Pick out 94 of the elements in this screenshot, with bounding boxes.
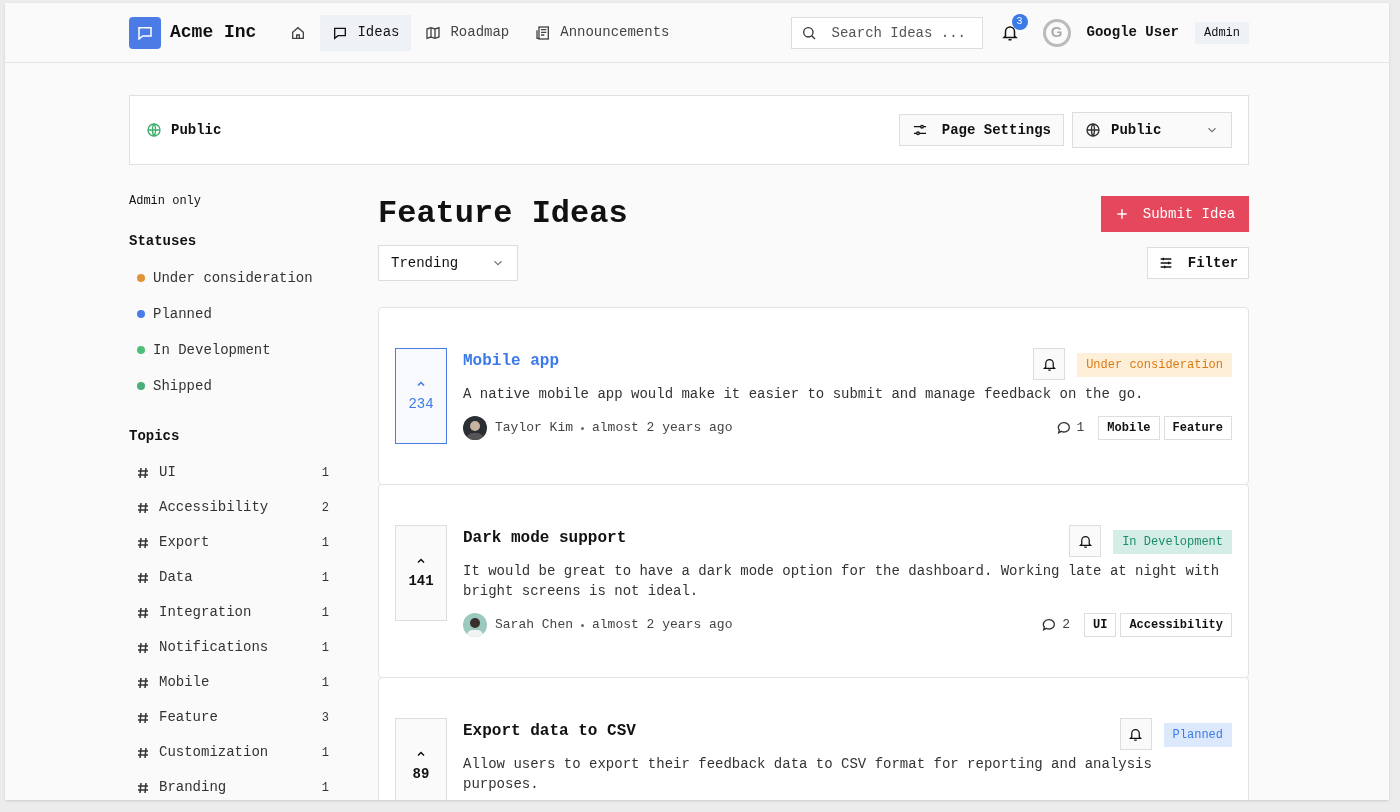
topic-label[interactable]: Export [159,532,210,553]
topic-count: 2 [321,499,329,517]
idea-description: A native mobile app would make it easier to submit and manage feedback on the go. [463,385,1145,404]
topic-count: 1 [321,674,329,692]
home-icon [290,24,307,41]
topic-label[interactable]: Data [159,567,193,588]
upvote-button[interactable]: 234 [395,348,447,444]
author-name: Taylor Kim [495,419,573,438]
sort-dropdown[interactable]: Trending [378,245,518,281]
brand-name: Acme Inc [170,21,257,44]
hash-icon [137,711,149,724]
hash-icon [137,501,149,514]
hash-icon [137,641,149,654]
page-title: Feature Ideas [378,194,628,234]
search-field[interactable]: Search Ideas ... [790,16,983,49]
hash-icon [137,606,149,619]
nav-tab[interactable]: Ideas [320,14,412,51]
comment-icon [1041,617,1058,633]
topic-tag[interactable]: UI [1083,613,1117,637]
bell-icon [1077,533,1093,549]
plus-icon [1114,207,1129,221]
topic-label[interactable]: Integration [159,602,252,623]
idea-title[interactable]: Export data to CSV [463,719,636,743]
filter-button[interactable]: Filter [1147,247,1249,279]
hash-icon [137,466,149,479]
subscribe-button[interactable] [1119,718,1152,750]
topic-tag[interactable]: Accessibility [1120,613,1232,637]
subscribe-button[interactable] [1033,348,1066,380]
status-badge: Under consideration [1077,353,1232,377]
topic-label[interactable]: UI [159,462,176,483]
topic-count: 1 [321,779,329,797]
status-filter-item[interactable]: Planned [129,296,378,332]
sliders-icon [911,122,928,138]
idea-description: Allow users to export their feedback data to CSV format for reporting and analysis purposes. [463,755,1153,794]
topic-tag[interactable]: Mobile [1098,416,1160,440]
hash-icon [137,746,149,759]
bell-icon [1128,726,1144,742]
topic-label[interactable]: Customization [159,742,269,763]
status-filter-item[interactable]: In Development [129,332,378,368]
user-name: Google User [1086,23,1179,42]
upvote-button[interactable]: 89 [395,718,447,800]
topic-count: 1 [321,639,329,657]
author-name: Sarah Chen [495,616,573,635]
topic-tag[interactable]: Feature [1163,416,1232,440]
topic-label[interactable]: Accessibility [159,497,269,518]
hash-icon [137,536,149,549]
notification-count-badge: 3 [1011,13,1028,30]
globe-icon [146,122,162,138]
newspaper-icon [535,24,552,41]
idea-title[interactable]: Dark mode support [463,526,627,550]
nav-tab[interactable]: Roadmap [413,14,522,51]
search-icon [800,24,817,41]
comment-count: 1 [1076,419,1085,438]
visibility-dropdown[interactable]: Public [1072,112,1232,148]
bell-icon [1041,356,1057,372]
topic-label[interactable]: Mobile [159,672,210,693]
submit-idea-button[interactable]: Submit Idea [1101,196,1249,232]
topic-count: 1 [321,604,329,622]
statuses-heading: Statuses [129,232,198,251]
topic-count: 1 [321,744,329,762]
author-avatar [463,613,487,637]
topic-count: 1 [321,464,329,482]
idea-description: It would be great to have a dark mode option for the dashboard. Working late at night with bright screens is not ideal. [463,562,1221,601]
map-icon [425,24,442,41]
upvote-button[interactable]: 141 [395,525,447,621]
status-badge: In Development [1113,530,1232,554]
topics-heading: Topics [129,427,181,446]
role-badge: Admin [1195,21,1249,44]
topic-label[interactable]: Branding [159,777,227,798]
status-filter-item[interactable]: Under consideration [129,260,378,296]
admin-only-note: Admin only [129,193,202,210]
visibility-label: Public [171,120,222,140]
status-badge: Planned [1163,723,1232,747]
comment-icon [1055,420,1072,436]
hash-icon [137,571,149,584]
topic-label[interactable]: Feature [159,707,218,728]
post-time: almost 2 years ago [592,419,733,438]
topic-count: 1 [321,534,329,552]
subscribe-button[interactable] [1069,525,1102,557]
globe-icon [1085,122,1101,138]
idea-title[interactable]: Mobile app [463,349,559,373]
notification-bell-icon[interactable] [1000,23,1019,42]
post-time: almost 2 years ago [592,616,733,635]
hash-icon [137,676,149,689]
comment-count: 2 [1062,616,1070,635]
author-avatar [463,416,487,440]
nav-tab[interactable]: Announcements [523,14,682,51]
topic-count: 3 [321,709,329,727]
hash-icon [137,781,149,794]
page-settings-button[interactable]: Page Settings [898,114,1064,146]
topic-label[interactable]: Notifications [159,637,269,658]
status-filter-item[interactable]: Shipped [129,368,378,404]
logo-icon [129,16,161,49]
topic-count: 1 [321,569,329,587]
